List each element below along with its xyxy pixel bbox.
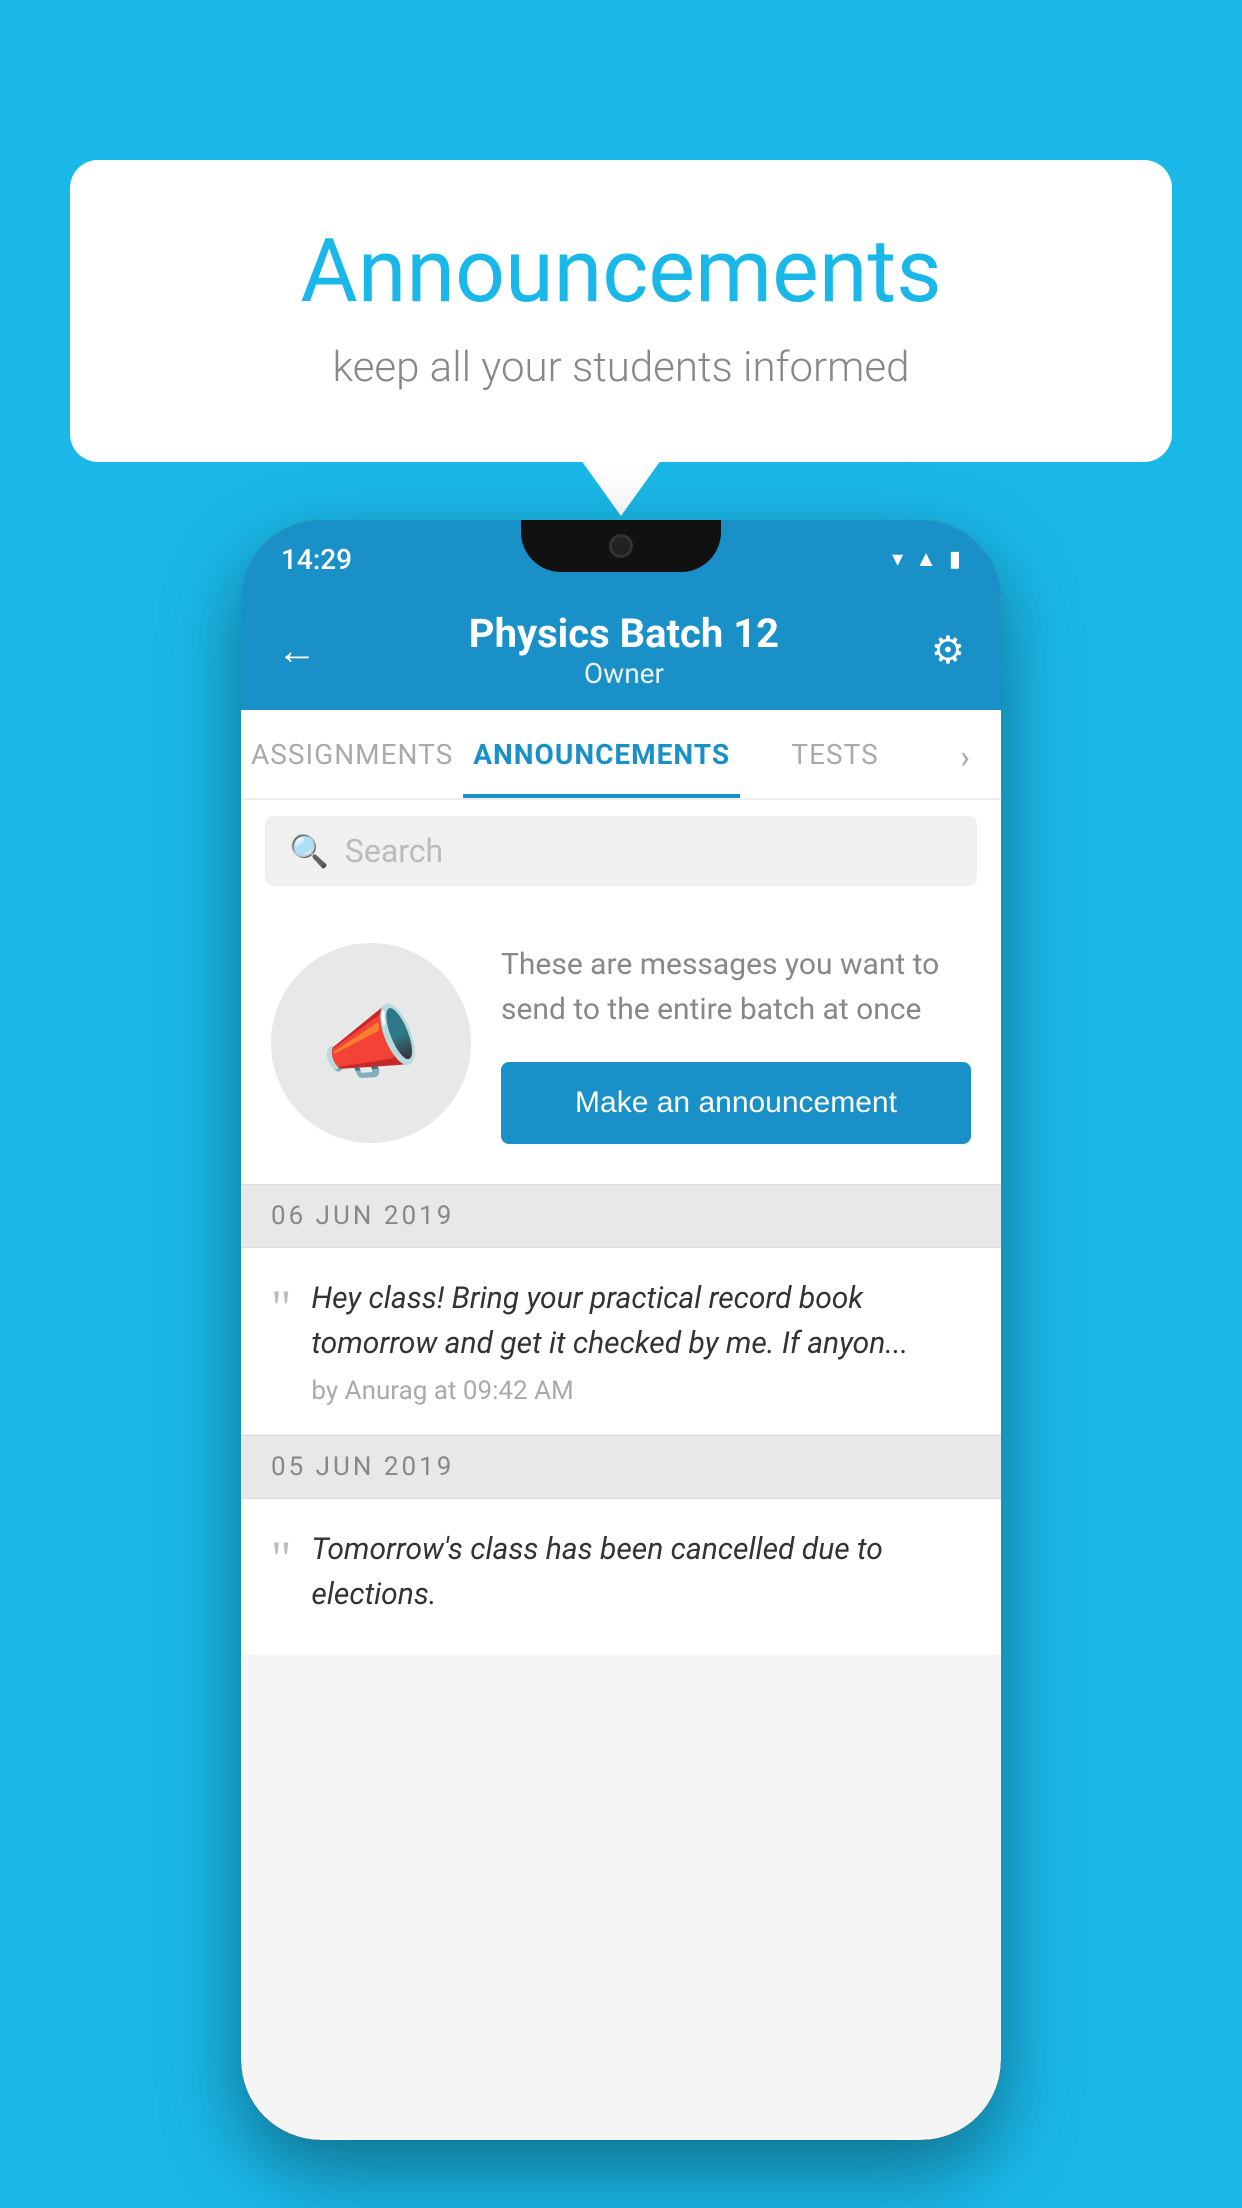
bubble-title: Announcements bbox=[150, 220, 1092, 323]
back-button[interactable]: ← bbox=[277, 627, 317, 674]
status-time: 14:29 bbox=[281, 543, 352, 576]
announcement-content-2: Tomorrow's class has been cancelled due … bbox=[311, 1527, 971, 1627]
announcement-content-1: Hey class! Bring your practical record b… bbox=[311, 1276, 971, 1406]
prompt-description: These are messages you want to send to t… bbox=[501, 942, 971, 1032]
tab-announcements[interactable]: ANNOUNCEMENTS bbox=[463, 710, 740, 798]
battery-icon: ▮ bbox=[949, 547, 961, 572]
announcement-meta-1: by Anurag at 09:42 AM bbox=[311, 1376, 971, 1406]
search-bar[interactable]: 🔍 Search bbox=[265, 816, 977, 886]
quote-icon-2: " bbox=[271, 1533, 291, 1583]
prompt-right: These are messages you want to send to t… bbox=[501, 942, 971, 1144]
announcement-prompt: 📣 These are messages you want to send to… bbox=[241, 902, 1001, 1184]
phone-camera bbox=[609, 534, 633, 558]
status-icons: ▾ ▲ ▮ bbox=[892, 546, 961, 572]
date-divider-1: 06 JUN 2019 bbox=[241, 1184, 1001, 1248]
megaphone-icon: 📣 bbox=[321, 996, 421, 1090]
app-header: ← Physics Batch 12 Owner ⚙ bbox=[241, 590, 1001, 710]
bubble-subtitle: keep all your students informed bbox=[150, 343, 1092, 392]
header-title: Physics Batch 12 bbox=[469, 610, 779, 657]
phone-frame: 14:29 ▾ ▲ ▮ ← Physics Batch 12 Owner ⚙ bbox=[241, 520, 1001, 2140]
search-container: 🔍 Search bbox=[241, 800, 1001, 902]
tab-tests[interactable]: TESTS bbox=[740, 710, 930, 798]
tab-more[interactable]: › bbox=[930, 710, 1001, 798]
make-announcement-button[interactable]: Make an announcement bbox=[501, 1062, 971, 1144]
announcement-item-1[interactable]: " Hey class! Bring your practical record… bbox=[241, 1248, 1001, 1435]
date-divider-2: 05 JUN 2019 bbox=[241, 1435, 1001, 1499]
megaphone-circle: 📣 bbox=[271, 943, 471, 1143]
phone-notch bbox=[521, 520, 721, 572]
signal-icon: ▲ bbox=[915, 546, 937, 572]
announcement-item-2[interactable]: " Tomorrow's class has been cancelled du… bbox=[241, 1499, 1001, 1655]
tabs-bar: ASSIGNMENTS ANNOUNCEMENTS TESTS › bbox=[241, 710, 1001, 800]
header-subtitle: Owner bbox=[469, 657, 779, 690]
header-center: Physics Batch 12 Owner bbox=[469, 610, 779, 690]
announcement-text-2: Tomorrow's class has been cancelled due … bbox=[311, 1527, 971, 1617]
search-icon: 🔍 bbox=[289, 832, 329, 870]
tab-assignments[interactable]: ASSIGNMENTS bbox=[241, 710, 463, 798]
quote-icon-1: " bbox=[271, 1282, 291, 1332]
search-input[interactable]: Search bbox=[345, 832, 443, 870]
phone-screen: 14:29 ▾ ▲ ▮ ← Physics Batch 12 Owner ⚙ bbox=[241, 520, 1001, 2140]
announcement-text-1: Hey class! Bring your practical record b… bbox=[311, 1276, 971, 1366]
speech-bubble-section: Announcements keep all your students inf… bbox=[70, 160, 1172, 462]
gear-icon[interactable]: ⚙ bbox=[931, 628, 965, 673]
speech-bubble: Announcements keep all your students inf… bbox=[70, 160, 1172, 462]
phone-wrapper: 14:29 ▾ ▲ ▮ ← Physics Batch 12 Owner ⚙ bbox=[241, 520, 1001, 2140]
wifi-icon: ▾ bbox=[892, 547, 903, 572]
